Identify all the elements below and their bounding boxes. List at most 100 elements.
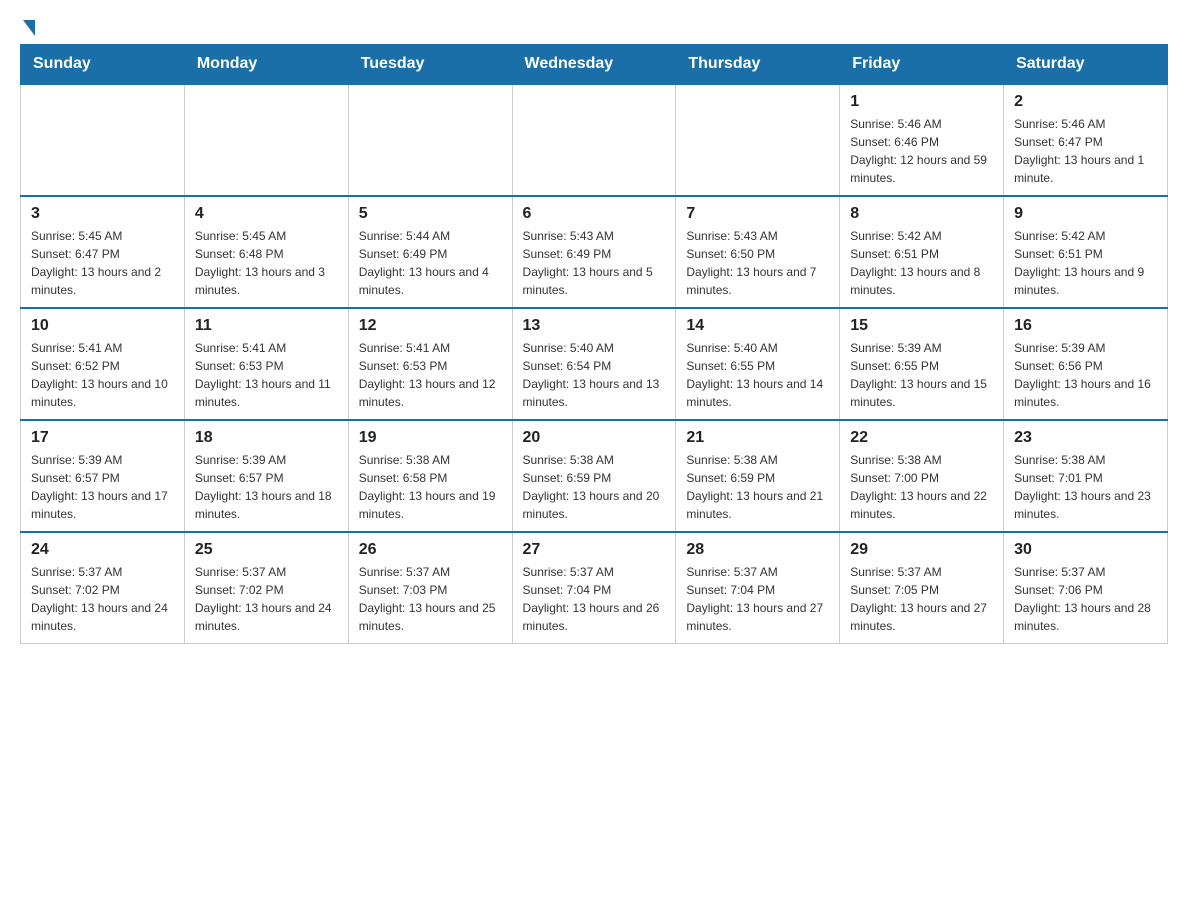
calendar-cell: 8Sunrise: 5:42 AM Sunset: 6:51 PM Daylig…: [840, 196, 1004, 308]
day-info: Sunrise: 5:42 AM Sunset: 6:51 PM Dayligh…: [850, 227, 993, 299]
calendar-cell: 3 Sunrise: 5:45 AM Sunset: 6:47 PM Daylig…: [21, 196, 185, 308]
day-info: Sunrise: 5:39 AM Sunset: 6:57 PM Dayligh…: [195, 451, 338, 523]
calendar-cell: [184, 84, 348, 196]
day-number: 16: [1014, 317, 1157, 335]
calendar-cell: 29 Sunrise: 5:37 AM Sunset: 7:05 PM Dayli…: [840, 532, 1004, 644]
day-number: 26: [359, 541, 502, 559]
day-info: Sunrise: 5:37 AM Sunset: 7:06 PM Dayligh…: [1014, 563, 1157, 635]
calendar-cell: 25 Sunrise: 5:37 AM Sunset: 7:02 PM Dayli…: [184, 532, 348, 644]
day-info: Sunrise: 5:43 AM Sunset: 6:50 PM Dayligh…: [686, 227, 829, 299]
weekday-header-wednesday: Wednesday: [512, 45, 676, 85]
day-number: 14: [686, 317, 829, 335]
day-number: 21: [686, 429, 829, 447]
logo: [20, 20, 52, 34]
day-number: 6: [523, 205, 666, 223]
calendar-cell: 22 Sunrise: 5:38 AM Sunset: 7:00 PM Dayli…: [840, 420, 1004, 532]
day-number: 30: [1014, 541, 1157, 559]
calendar-cell: 26Sunrise: 5:37 AM Sunset: 7:03 PM Dayli…: [348, 532, 512, 644]
calendar-cell: [21, 84, 185, 196]
day-info: Sunrise: 5:45 AM Sunset: 6:48 PM Dayligh…: [195, 227, 338, 299]
day-number: 3: [31, 205, 174, 223]
day-info: Sunrise: 5:39 AM Sunset: 6:56 PM Dayligh…: [1014, 339, 1157, 411]
day-info: Sunrise: 5:38 AM Sunset: 7:00 PM Dayligh…: [850, 451, 993, 523]
calendar-cell: 28 Sunrise: 5:37 AM Sunset: 7:04 PM Dayli…: [676, 532, 840, 644]
day-number: 9: [1014, 205, 1157, 223]
calendar-table: SundayMondayTuesdayWednesdayThursdayFrid…: [20, 44, 1168, 644]
calendar-week-row: 17 Sunrise: 5:39 AM Sunset: 6:57 PM Dayli…: [21, 420, 1168, 532]
calendar-cell: 20 Sunrise: 5:38 AM Sunset: 6:59 PM Dayli…: [512, 420, 676, 532]
weekday-header-saturday: Saturday: [1004, 45, 1168, 85]
page-header: [20, 20, 1168, 34]
day-number: 11: [195, 317, 338, 335]
day-info: Sunrise: 5:40 AM Sunset: 6:55 PM Dayligh…: [686, 339, 829, 411]
calendar-cell: 21 Sunrise: 5:38 AM Sunset: 6:59 PM Dayli…: [676, 420, 840, 532]
day-info: Sunrise: 5:41 AM Sunset: 6:53 PM Dayligh…: [359, 339, 502, 411]
day-number: 27: [523, 541, 666, 559]
calendar-cell: 24Sunrise: 5:37 AM Sunset: 7:02 PM Dayli…: [21, 532, 185, 644]
day-number: 17: [31, 429, 174, 447]
calendar-cell: 7 Sunrise: 5:43 AM Sunset: 6:50 PM Daylig…: [676, 196, 840, 308]
logo-triangle-icon: [23, 20, 35, 36]
calendar-cell: 10 Sunrise: 5:41 AM Sunset: 6:52 PM Dayli…: [21, 308, 185, 420]
day-number: 15: [850, 317, 993, 335]
calendar-cell: 18 Sunrise: 5:39 AM Sunset: 6:57 PM Dayli…: [184, 420, 348, 532]
day-number: 2: [1014, 93, 1157, 111]
day-number: 22: [850, 429, 993, 447]
calendar-cell: 9 Sunrise: 5:42 AM Sunset: 6:51 PM Daylig…: [1004, 196, 1168, 308]
day-info: Sunrise: 5:45 AM Sunset: 6:47 PM Dayligh…: [31, 227, 174, 299]
calendar-cell: 27 Sunrise: 5:37 AM Sunset: 7:04 PM Dayli…: [512, 532, 676, 644]
day-info: Sunrise: 5:39 AM Sunset: 6:55 PM Dayligh…: [850, 339, 993, 411]
logo-text: [20, 20, 35, 40]
day-info: Sunrise: 5:41 AM Sunset: 6:53 PM Dayligh…: [195, 339, 338, 411]
calendar-cell: 15 Sunrise: 5:39 AM Sunset: 6:55 PM Dayli…: [840, 308, 1004, 420]
weekday-header-friday: Friday: [840, 45, 1004, 85]
calendar-week-row: 1 Sunrise: 5:46 AM Sunset: 6:46 PM Daylig…: [21, 84, 1168, 196]
weekday-header-thursday: Thursday: [676, 45, 840, 85]
day-number: 19: [359, 429, 502, 447]
day-info: Sunrise: 5:38 AM Sunset: 6:59 PM Dayligh…: [523, 451, 666, 523]
calendar-cell: 16 Sunrise: 5:39 AM Sunset: 6:56 PM Dayli…: [1004, 308, 1168, 420]
calendar-cell: 1 Sunrise: 5:46 AM Sunset: 6:46 PM Daylig…: [840, 84, 1004, 196]
calendar-cell: 5 Sunrise: 5:44 AM Sunset: 6:49 PM Daylig…: [348, 196, 512, 308]
day-number: 12: [359, 317, 502, 335]
day-number: 29: [850, 541, 993, 559]
day-number: 24: [31, 541, 174, 559]
day-info: Sunrise: 5:39 AM Sunset: 6:57 PM Dayligh…: [31, 451, 174, 523]
day-number: 1: [850, 93, 993, 111]
weekday-header-monday: Monday: [184, 45, 348, 85]
day-info: Sunrise: 5:46 AM Sunset: 6:46 PM Dayligh…: [850, 115, 993, 187]
day-number: 7: [686, 205, 829, 223]
calendar-cell: [512, 84, 676, 196]
day-number: 23: [1014, 429, 1157, 447]
day-info: Sunrise: 5:46 AM Sunset: 6:47 PM Dayligh…: [1014, 115, 1157, 187]
day-info: Sunrise: 5:42 AM Sunset: 6:51 PM Dayligh…: [1014, 227, 1157, 299]
calendar-cell: 17 Sunrise: 5:39 AM Sunset: 6:57 PM Dayli…: [21, 420, 185, 532]
calendar-week-row: 24 Sunrise: 5:37 AM Sunset: 7:02 PM Dayli…: [21, 532, 1168, 644]
calendar-cell: [676, 84, 840, 196]
weekday-header-row: SundayMondayTuesdayWednesdayThursdayFrid…: [21, 45, 1168, 85]
calendar-cell: 2 Sunrise: 5:46 AM Sunset: 6:47 PM Daylig…: [1004, 84, 1168, 196]
day-number: 10: [31, 317, 174, 335]
day-info: Sunrise: 5:44 AM Sunset: 6:49 PM Dayligh…: [359, 227, 502, 299]
day-info: Sunrise: 5:37 AM Sunset: 7:02 PM Dayligh…: [195, 563, 338, 635]
day-info: Sunrise: 5:37 AM Sunset: 7:04 PM Dayligh…: [523, 563, 666, 635]
day-info: Sunrise: 5:40 AM Sunset: 6:54 PM Dayligh…: [523, 339, 666, 411]
day-number: 18: [195, 429, 338, 447]
day-info: Sunrise: 5:37 AM Sunset: 7:04 PM Dayligh…: [686, 563, 829, 635]
day-info: Sunrise: 5:41 AM Sunset: 6:52 PM Dayligh…: [31, 339, 174, 411]
day-number: 5: [359, 205, 502, 223]
day-info: Sunrise: 5:37 AM Sunset: 7:05 PM Dayligh…: [850, 563, 993, 635]
day-number: 13: [523, 317, 666, 335]
calendar-cell: 23 Sunrise: 5:38 AM Sunset: 7:01 PM Dayli…: [1004, 420, 1168, 532]
calendar-cell: [348, 84, 512, 196]
calendar-cell: 30 Sunrise: 5:37 AM Sunset: 7:06 PM Dayli…: [1004, 532, 1168, 644]
day-info: Sunrise: 5:38 AM Sunset: 6:59 PM Dayligh…: [686, 451, 829, 523]
day-number: 4: [195, 205, 338, 223]
day-info: Sunrise: 5:38 AM Sunset: 7:01 PM Dayligh…: [1014, 451, 1157, 523]
calendar-cell: 6 Sunrise: 5:43 AM Sunset: 6:49 PM Daylig…: [512, 196, 676, 308]
day-number: 28: [686, 541, 829, 559]
calendar-cell: 19Sunrise: 5:38 AM Sunset: 6:58 PM Dayli…: [348, 420, 512, 532]
day-info: Sunrise: 5:43 AM Sunset: 6:49 PM Dayligh…: [523, 227, 666, 299]
day-number: 20: [523, 429, 666, 447]
day-number: 25: [195, 541, 338, 559]
